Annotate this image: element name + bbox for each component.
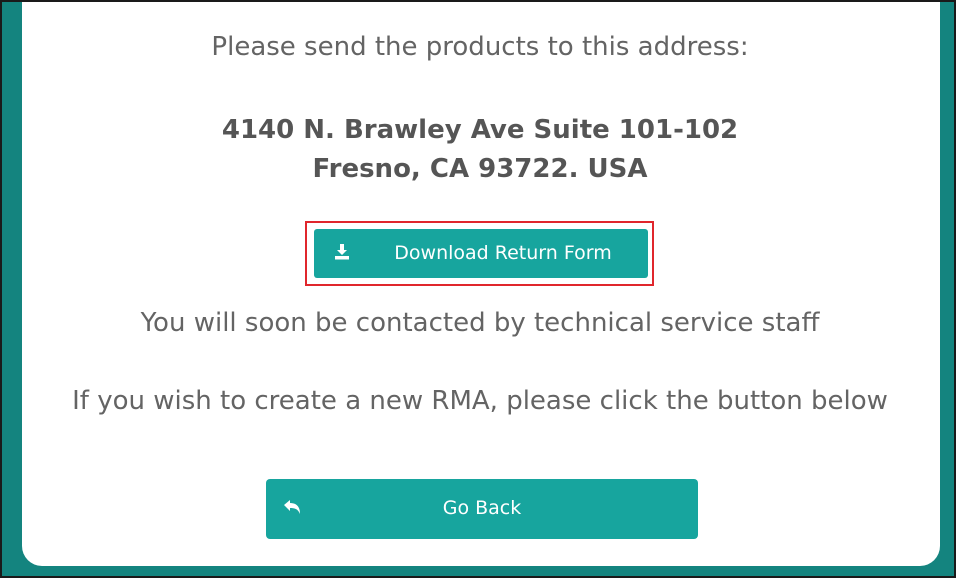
download-return-form-button[interactable]: Download Return Form (314, 229, 648, 278)
screenshot-frame: Please send the products to this address… (0, 0, 956, 578)
contact-message: You will soon be contacted by technical … (140, 308, 820, 338)
download-icon (332, 241, 352, 263)
go-back-button-label: Go Back (442, 497, 522, 519)
shipping-instructions: Please send the products to this address… (211, 32, 749, 62)
address-line-2: Fresno, CA 93722. USA (312, 154, 648, 184)
go-back-button[interactable]: Go Back (266, 479, 698, 539)
create-rma-message: If you wish to create a new RMA, please … (72, 386, 888, 416)
address-line-1: 4140 N. Brawley Ave Suite 101-102 (221, 115, 739, 145)
download-button-label: Download Return Form (394, 242, 612, 264)
